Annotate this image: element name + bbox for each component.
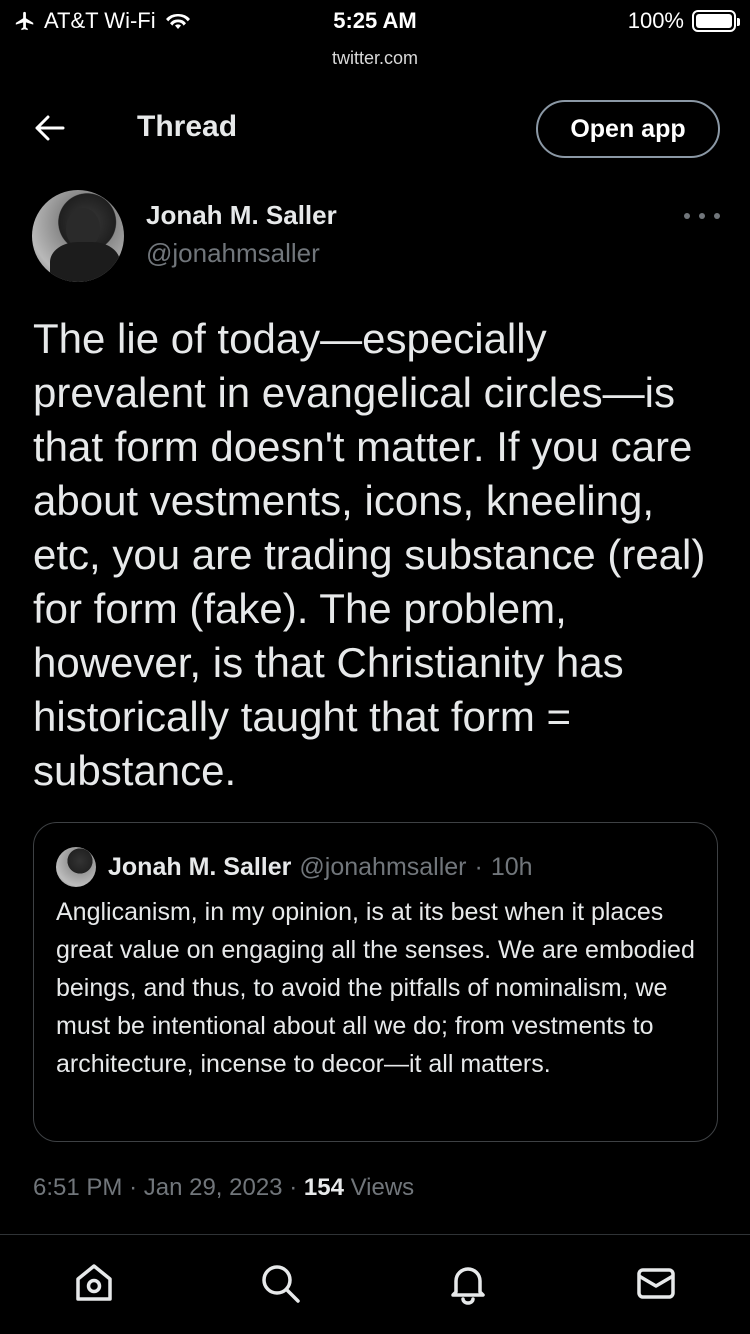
home-icon bbox=[76, 1264, 112, 1301]
page-title: Thread bbox=[137, 110, 238, 143]
meta-separator: · bbox=[129, 1174, 144, 1201]
back-arrow-icon bbox=[35, 115, 65, 141]
bottom-nav bbox=[0, 1234, 750, 1334]
quote-avatar bbox=[56, 847, 96, 887]
open-app-button[interactable]: Open app bbox=[536, 100, 720, 158]
back-button[interactable] bbox=[30, 110, 70, 146]
more-options-icon[interactable] bbox=[684, 210, 720, 222]
meta-separator: · bbox=[289, 1174, 304, 1201]
tweet-date: Jan 29, 2023 bbox=[143, 1174, 283, 1201]
nav-notifications-button[interactable] bbox=[444, 1259, 492, 1307]
tweet-text: The lie of today—especially prevalent in… bbox=[33, 315, 706, 794]
tweet-time: 6:51 PM bbox=[33, 1174, 123, 1201]
avatar-body bbox=[50, 242, 120, 282]
author-name[interactable]: Jonah M. Saller bbox=[146, 200, 337, 231]
status-right: 100% bbox=[627, 8, 740, 34]
tweet-meta: 6:51 PM · Jan 29, 2023 · 154 Views bbox=[33, 1174, 414, 1202]
nav-messages-button[interactable] bbox=[632, 1259, 680, 1307]
author-handle[interactable]: @jonahmsaller bbox=[146, 238, 320, 269]
views-label: Views bbox=[350, 1174, 415, 1201]
header: Thread Open app bbox=[0, 96, 750, 162]
quote-author-handle: @jonahmsaller bbox=[299, 852, 467, 881]
nav-search-button[interactable] bbox=[256, 1259, 304, 1307]
quote-age: 10h bbox=[490, 852, 533, 881]
messages-icon bbox=[637, 1268, 675, 1299]
battery-percent: 100% bbox=[627, 8, 684, 33]
search-icon bbox=[262, 1265, 300, 1303]
battery-icon bbox=[692, 10, 740, 32]
quote-header: Jonah M. Saller @jonahmsaller · 10h bbox=[56, 847, 533, 887]
quote-separator: · bbox=[474, 852, 483, 881]
quote-author-name: Jonah M. Saller bbox=[108, 852, 292, 881]
quote-tweet[interactable]: Jonah M. Saller @jonahmsaller · 10h Angl… bbox=[33, 822, 718, 1142]
quote-text: Anglicanism, in my opinion, is at its be… bbox=[56, 898, 695, 1078]
notifications-icon bbox=[451, 1267, 485, 1305]
views-count: 154 bbox=[303, 1174, 344, 1201]
battery-fill bbox=[696, 14, 732, 28]
url-bar[interactable]: twitter.com bbox=[0, 48, 750, 69]
status-bar: AT&T Wi-Fi 5:25 AM 100% bbox=[0, 0, 750, 44]
avatar[interactable] bbox=[32, 190, 124, 282]
nav-home-button[interactable] bbox=[70, 1259, 118, 1307]
tweet-author: Jonah M. Saller @jonahmsaller bbox=[32, 190, 722, 284]
